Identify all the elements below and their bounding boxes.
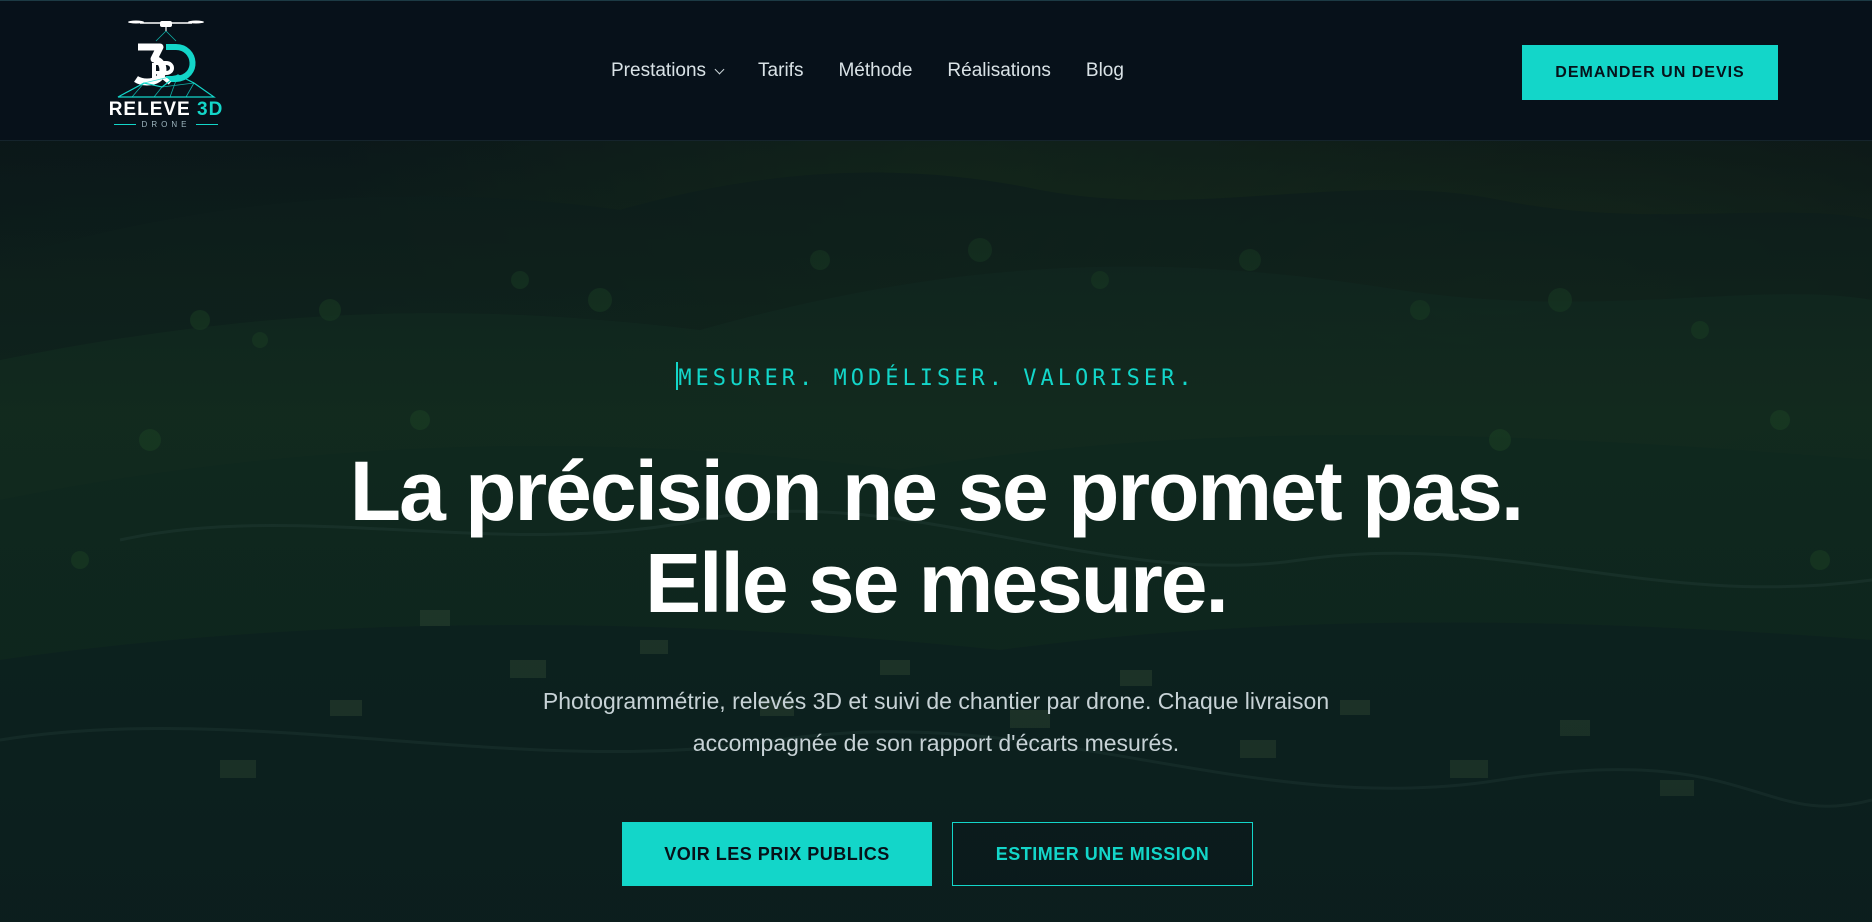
site-header: RELEVE 3D DRONE Prestations Tarifs Métho… — [0, 0, 1872, 141]
logo-subtitle: DRONE — [96, 120, 236, 130]
brand-logo[interactable]: RELEVE 3D DRONE — [96, 17, 236, 129]
chevron-down-icon — [714, 64, 725, 74]
nav-item-methode[interactable]: Méthode — [838, 60, 912, 82]
tagline-text: MESURER. MODÉLISER. VALORISER. — [678, 366, 1196, 391]
logo-wordmark: RELEVE 3D — [98, 99, 234, 120]
nav-item-label: Méthode — [838, 60, 913, 81]
logo-word: RELEVE — [108, 99, 191, 120]
nav-item-label: Réalisations — [947, 60, 1051, 81]
landing-page: RELEVE 3D DRONE Prestations Tarifs Métho… — [0, 0, 1872, 922]
nav-item-blog[interactable]: Blog — [1086, 60, 1124, 82]
nav-item-prestations[interactable]: Prestations — [611, 60, 725, 82]
nav-item-label: Tarifs — [758, 60, 804, 81]
nav-item-tarifs[interactable]: Tarifs — [758, 60, 803, 82]
nav-item-realisations[interactable]: Réalisations — [947, 60, 1051, 82]
nav-item-label: Blog — [1085, 60, 1124, 81]
hero-tagline: MESURER. MODÉLISER. VALORISER. — [0, 362, 1872, 391]
headline-line-1: La précision ne se promet pas. — [349, 444, 1524, 538]
estimate-mission-button[interactable]: ESTIMER UNE MISSION — [952, 822, 1253, 886]
headline-line-2: Elle se mesure. — [645, 536, 1229, 630]
nav-item-label: Prestations — [611, 60, 707, 81]
drone-3d-logo-icon — [117, 20, 216, 98]
description-line-1: Photogrammétrie, relevés 3D et suivi de … — [542, 688, 1330, 714]
logo-word-accent: 3D — [197, 99, 224, 120]
main-navigation: Prestations Tarifs Méthode Réalisations … — [611, 57, 1124, 85]
hero-section: MESURER. MODÉLISER. VALORISER. La précis… — [0, 140, 1872, 922]
request-quote-button[interactable]: DEMANDER UN DEVIS — [1522, 45, 1778, 100]
view-public-prices-button[interactable]: VOIR LES PRIX PUBLICS — [622, 822, 932, 886]
hero-headline: La précision ne se promet pas. Elle se m… — [0, 445, 1872, 629]
description-line-2: accompagnée de son rapport d'écarts mesu… — [692, 730, 1180, 756]
hero-description: Photogrammétrie, relevés 3D et suivi de … — [0, 680, 1872, 764]
